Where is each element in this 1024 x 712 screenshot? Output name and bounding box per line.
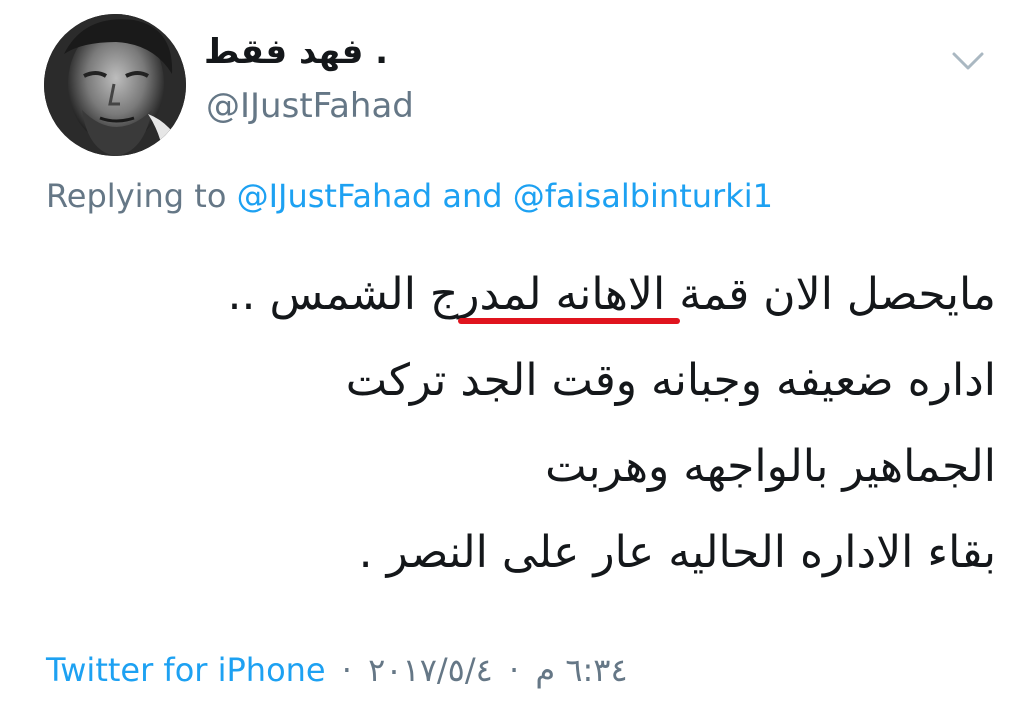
display-name[interactable]: فهد فقط . (204, 30, 388, 74)
reply-conjunction: and (442, 177, 503, 215)
user-avatar-photo (44, 14, 186, 156)
reply-mention-2[interactable]: @faisalbinturki1 (513, 177, 773, 215)
tweet-line: بقاء الاداره الحاليه عار على النصر . (358, 527, 996, 578)
tweet-source-link[interactable]: Twitter for iPhone (46, 651, 326, 689)
reply-mention-1[interactable]: @IJustFahad (237, 177, 433, 215)
tweet-meta: Twitter for iPhone · ٢٠١٧/٥/٤ · ٦:٣٤ م (46, 648, 628, 692)
meta-separator: · (508, 651, 520, 689)
tweet-line: اداره ضعيفه وجبانه وقت الجد تركت (345, 355, 996, 406)
meta-separator: · (341, 651, 352, 689)
tweet-text: مايحصل الان قمة الاهانه لمدرج الشمس .. ا… (96, 252, 996, 596)
tweet-date[interactable]: ٢٠١٧/٥/٤ (368, 651, 493, 689)
avatar[interactable] (44, 14, 186, 156)
replying-to: Replying to @IJustFahad and @faisalbintu… (46, 174, 773, 218)
user-handle[interactable]: @IJustFahad (206, 84, 414, 128)
chevron-down-icon[interactable] (950, 46, 986, 74)
red-underline-annotation (458, 318, 680, 324)
tweet-line: الجماهير بالواجهه وهربت (545, 441, 996, 492)
replying-prefix: Replying to (46, 177, 227, 215)
tweet-time[interactable]: ٦:٣٤ م (535, 651, 627, 689)
tweet-line: مايحصل الان قمة الاهانه لمدرج الشمس .. (227, 269, 996, 320)
